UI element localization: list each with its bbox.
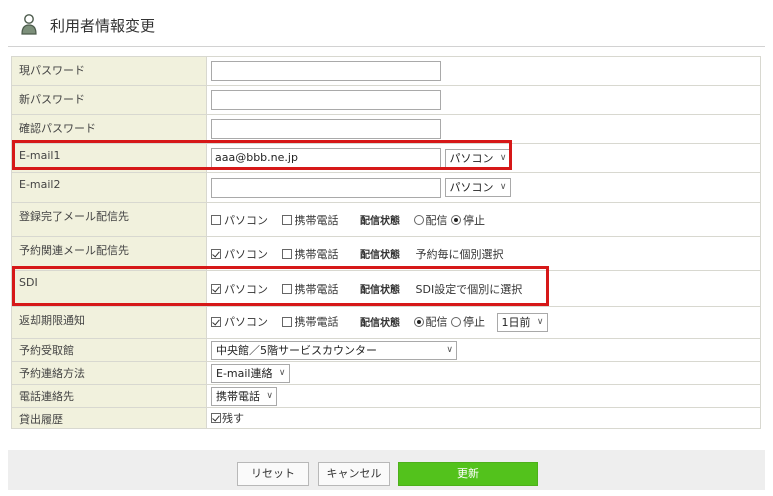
new-password-input[interactable] [211, 90, 441, 110]
sdi-status-label: 配信状態 [360, 284, 400, 296]
email2-input[interactable] [211, 177, 441, 198]
reg-mail-mobile-checkbox[interactable] [281, 214, 292, 225]
current-password-input[interactable] [211, 61, 441, 81]
form-footer: リセット キャンセル 更新 [8, 450, 765, 490]
pickup-label: 予約受取館 [11, 338, 207, 362]
reset-button[interactable]: リセット [237, 462, 309, 486]
row-registration-mail: 登録完了メール配信先 パソコン 携帯電話 配信状態 配信 停止 [11, 202, 761, 237]
chevron-down-icon: ∨ [499, 182, 507, 192]
sdi-mobile-label: 携帯電話 [294, 282, 339, 296]
return-notice-stop-radio[interactable] [451, 316, 461, 327]
row-contact-method: 予約連絡方法 E-mail連絡 ∨ [11, 361, 761, 385]
history-label: 貸出履歴 [11, 407, 207, 429]
reg-mail-status-label: 配信状態 [360, 215, 400, 227]
reg-mail-deliver-radio[interactable] [413, 214, 424, 225]
return-notice-pc-label: パソコン [224, 315, 268, 329]
registration-mail-label: 登録完了メール配信先 [11, 202, 207, 237]
pickup-value: 中央館／5階サービスカウンター [216, 343, 377, 357]
page-title: 利用者情報変更 [50, 17, 156, 35]
chevron-down-icon: ∨ [536, 317, 544, 327]
row-phone-contact: 電話連絡先 携帯電話 ∨ [11, 384, 761, 408]
phone-contact-select[interactable]: 携帯電話 ∨ [211, 386, 277, 406]
confirm-password-input[interactable] [211, 119, 441, 139]
phone-contact-value: 携帯電話 [216, 389, 260, 403]
row-email1: E-mail1 aaa@bbb.ne.jp パソコン ∨ [11, 143, 761, 173]
return-notice-timing-value: 1日前 [501, 316, 531, 329]
reg-mail-pc-checkbox[interactable] [211, 214, 221, 225]
reserve-mail-mobile-checkbox[interactable] [281, 248, 292, 259]
history-keep-label: 残す [222, 412, 244, 425]
email2-label: E-mail2 [11, 172, 207, 203]
reserve-mail-status-label: 配信状態 [360, 249, 400, 261]
reg-mail-deliver-label: 配信 [425, 213, 448, 227]
reserve-mail-pc-checkbox[interactable] [211, 248, 221, 259]
email1-input[interactable]: aaa@bbb.ne.jp [211, 148, 441, 168]
contact-method-select[interactable]: E-mail連絡 ∨ [211, 363, 290, 383]
chevron-down-icon: ∨ [446, 344, 453, 355]
return-notice-status-label: 配信状態 [360, 317, 400, 329]
return-notice-deliver-radio[interactable] [413, 316, 424, 327]
reservation-mail-label: 予約関連メール配信先 [11, 236, 207, 271]
return-notice-deliver-label: 配信 [425, 315, 448, 329]
email1-label: E-mail1 [11, 143, 207, 173]
confirm-password-label: 確認パスワード [11, 114, 207, 144]
return-notice-label: 返却期限通知 [11, 306, 207, 339]
row-new-password: 新パスワード [11, 85, 761, 115]
contact-method-label: 予約連絡方法 [11, 361, 207, 385]
reserve-mail-status-note: 予約毎に個別選択 [415, 247, 504, 261]
chevron-down-icon: ∨ [278, 367, 286, 378]
sdi-label: SDI [11, 270, 207, 307]
history-keep-checkbox[interactable] [211, 413, 221, 423]
sdi-pc-label: パソコン [224, 282, 268, 296]
return-notice-stop-label: 停止 [463, 315, 485, 329]
reserve-mail-mobile-label: 携帯電話 [294, 247, 339, 261]
phone-contact-label: 電話連絡先 [11, 384, 207, 408]
row-email2: E-mail2 パソコン ∨ [11, 172, 761, 203]
user-icon [21, 14, 37, 35]
email2-device-value: パソコン [449, 181, 494, 194]
row-reservation-mail: 予約関連メール配信先 パソコン 携帯電話 配信状態 予約毎に個別選択 [11, 236, 761, 271]
return-notice-mobile-label: 携帯電話 [294, 315, 339, 329]
row-return-notice: 返却期限通知 パソコン 携帯電話 配信状態 配信 停止 1日前 ∨ [11, 306, 761, 339]
email1-device-select[interactable]: パソコン ∨ [444, 148, 511, 168]
sdi-pc-checkbox[interactable] [211, 283, 221, 294]
pickup-select[interactable]: 中央館／5階サービスカウンター ∨ [211, 340, 457, 360]
email2-device-select[interactable]: パソコン ∨ [444, 178, 511, 197]
page-header: 利用者情報変更 [0, 0, 773, 48]
user-info-form: 現パスワード 新パスワード 確認パスワード E-mail1 aaa@bbb.ne… [11, 56, 761, 429]
header-divider [8, 46, 765, 47]
chevron-down-icon: ∨ [499, 152, 507, 163]
reg-mail-stop-label: 停止 [463, 213, 485, 227]
new-password-label: 新パスワード [11, 85, 207, 115]
row-current-password: 現パスワード [11, 56, 761, 86]
row-pickup: 予約受取館 中央館／5階サービスカウンター ∨ [11, 338, 761, 362]
row-history: 貸出履歴 残す [11, 407, 761, 429]
update-button[interactable]: 更新 [398, 462, 538, 486]
chevron-down-icon: ∨ [266, 390, 273, 401]
current-password-label: 現パスワード [11, 56, 207, 86]
reserve-mail-pc-label: パソコン [224, 247, 268, 261]
reg-mail-pc-label: パソコン [224, 213, 268, 227]
row-confirm-password: 確認パスワード [11, 114, 761, 144]
reg-mail-mobile-label: 携帯電話 [294, 213, 339, 227]
sdi-mobile-checkbox[interactable] [281, 283, 292, 294]
row-sdi: SDI パソコン 携帯電話 配信状態 SDI設定で個別に選択 [11, 270, 761, 307]
return-notice-mobile-checkbox[interactable] [281, 316, 292, 327]
contact-method-value: E-mail連絡 [216, 366, 273, 380]
sdi-status-note: SDI設定で個別に選択 [415, 282, 523, 296]
email1-device-value: パソコン [449, 151, 494, 165]
reg-mail-stop-radio[interactable] [451, 214, 461, 225]
return-notice-pc-checkbox[interactable] [211, 316, 221, 327]
cancel-button[interactable]: キャンセル [318, 462, 390, 486]
return-notice-timing-select[interactable]: 1日前 ∨ [496, 313, 548, 332]
